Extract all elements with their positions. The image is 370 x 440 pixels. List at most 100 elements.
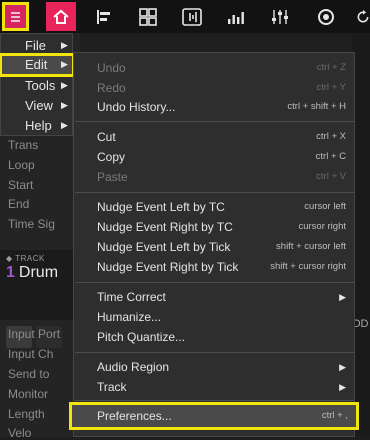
menu-item-nudge-right-tc[interactable]: Nudge Event Right by TC cursor right (74, 217, 354, 237)
menu-divider (75, 400, 354, 401)
menu-item-time-correct[interactable]: Time Correct ▶ (74, 287, 354, 307)
menu-item-copy[interactable]: Copy ctrl + C (74, 147, 354, 167)
menu-divider (75, 352, 354, 353)
shortcut-text: shift + cursor right (270, 261, 346, 272)
velo-label: Velo (8, 426, 32, 440)
shortcut-text: ctrl + C (315, 151, 346, 162)
track-number: 1 (6, 264, 15, 281)
menu-divider (75, 282, 354, 283)
shortcut-text: cursor right (298, 221, 346, 232)
menu-item-audio-region[interactable]: Audio Region ▶ (74, 357, 354, 377)
menu-item-undo-history[interactable]: Undo History... ctrl + shift + H (74, 97, 354, 117)
menu-item-label: Nudge Event Left by TC (97, 200, 225, 214)
chevron-right-icon: ▶ (61, 100, 68, 110)
menu-item-edit[interactable]: Edit ▶ (0, 53, 75, 77)
menu-item-label: Preferences... (97, 409, 172, 423)
menu-item-label: Undo (97, 61, 126, 75)
align-icon (97, 9, 110, 24)
mixer-button[interactable] (268, 2, 292, 31)
mixer-icon (272, 9, 288, 24)
menu-item-undo[interactable]: Undo ctrl + Z (74, 58, 354, 78)
chevron-right-icon: ▶ (61, 40, 68, 50)
length-label: Length (8, 407, 45, 421)
menu-item-label: Time Correct (97, 290, 166, 304)
menu-item-tools[interactable]: Tools ▶ (1, 76, 73, 96)
track-name: 1 Drum (6, 264, 58, 282)
edit-submenu: Undo ctrl + Z Redo ctrl + Y Undo History… (69, 52, 359, 437)
send-to-label: Send to (8, 367, 50, 381)
toolbar (0, 0, 370, 33)
input-ch-label: Input Ch (8, 347, 54, 361)
menu-item-nudge-left-tick[interactable]: Nudge Event Left by Tick shift + cursor … (74, 237, 354, 257)
chevron-right-icon: ▶ (339, 292, 346, 302)
menu-item-track[interactable]: Track ▶ (74, 377, 354, 397)
menu-item-label: Cut (97, 130, 116, 144)
align-button[interactable] (92, 2, 116, 31)
menu-item-label: Nudge Event Right by Tick (97, 260, 239, 274)
chevron-right-icon: ▶ (61, 120, 68, 130)
monitor-label: Monitor (8, 387, 49, 401)
refresh-button[interactable] (356, 2, 370, 31)
home-button[interactable] (46, 2, 76, 31)
bars-button[interactable] (224, 2, 248, 31)
menu-item-label: View (25, 98, 53, 113)
menu-item-label: Help (25, 118, 52, 133)
menu-icon (11, 11, 20, 22)
menu-item-label: Tools (25, 78, 56, 93)
menu-item-humanize[interactable]: Humanize... (74, 307, 354, 327)
input-port-label: Input Port (8, 327, 61, 341)
shortcut-text: ctrl + X (316, 131, 346, 142)
record-button[interactable] (314, 2, 338, 31)
trans-label: Trans (8, 138, 39, 152)
menu-item-label: Copy (97, 150, 126, 164)
menu-item-preferences[interactable]: Preferences... ctrl + , (69, 402, 359, 430)
shortcut-text: ctrl + shift + H (287, 101, 346, 112)
shortcut-text: ctrl + , (321, 410, 348, 421)
record-icon (318, 8, 334, 25)
chevron-right-icon: ▶ (61, 80, 68, 90)
menu-button[interactable] (2, 2, 29, 31)
menu-divider (75, 192, 354, 193)
menu-item-label: Pitch Quantize... (97, 330, 186, 344)
grid-icon (139, 7, 157, 26)
track-caption: ◆ TRACK (6, 254, 45, 263)
home-icon (53, 9, 69, 24)
menu-item-label: Humanize... (97, 310, 162, 324)
menu-item-nudge-right-tick[interactable]: Nudge Event Right by Tick shift + cursor… (74, 257, 354, 277)
menu-item-label: Nudge Event Right by TC (97, 220, 233, 234)
menu-item-cut[interactable]: Cut ctrl + X (74, 127, 354, 147)
loop-label: Loop (8, 158, 35, 172)
menu-item-pitch-quantize[interactable]: Pitch Quantize... (74, 327, 354, 347)
track-header[interactable]: ◆ TRACK 1 Drum (0, 250, 80, 320)
menu-item-view[interactable]: View ▶ (1, 96, 73, 116)
menu-item-label: Redo (97, 81, 126, 95)
waveform-button[interactable] (180, 2, 204, 31)
menu-item-label: Edit (25, 57, 48, 72)
menu-item-help[interactable]: Help ▶ (1, 116, 73, 136)
shortcut-text: ctrl + Z (316, 62, 346, 73)
menu-item-label: Track (97, 380, 127, 394)
shortcut-text: ctrl + Y (316, 82, 346, 93)
menu-item-label: Undo History... (97, 100, 176, 114)
menu-item-label: Paste (97, 170, 128, 184)
time-sig-label: Time Sig (8, 217, 55, 231)
bars-icon (228, 11, 244, 24)
start-label: Start (8, 178, 34, 192)
shortcut-text: ctrl + V (316, 171, 346, 182)
waveform-icon (182, 7, 202, 26)
menu-item-label: Audio Region (97, 360, 170, 374)
grid-button[interactable] (136, 2, 160, 31)
track-name-text: Drum (18, 264, 59, 281)
refresh-icon (357, 9, 369, 22)
main-menu: File ▶ Edit ▶ Tools ▶ View ▶ Help ▶ (0, 33, 75, 136)
menu-item-file[interactable]: File ▶ (1, 36, 73, 56)
shortcut-text: shift + cursor left (276, 241, 346, 252)
menu-item-paste[interactable]: Paste ctrl + V (74, 167, 354, 187)
menu-divider (75, 121, 354, 122)
menu-item-redo[interactable]: Redo ctrl + Y (74, 78, 354, 98)
chevron-right-icon: ▶ (61, 59, 68, 69)
shortcut-text: cursor left (304, 201, 346, 212)
menu-item-nudge-left-tc[interactable]: Nudge Event Left by TC cursor left (74, 197, 354, 217)
menu-item-label: File (25, 38, 46, 53)
end-label: End (8, 197, 30, 211)
